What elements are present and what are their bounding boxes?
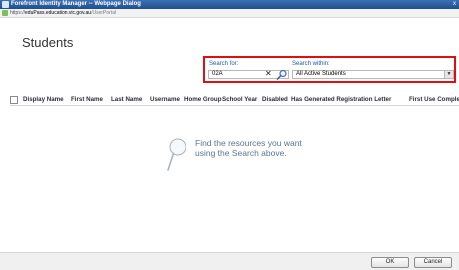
address-url: https://eduPass.education.vic.gov.au/Use… [10,9,116,17]
column-header-registration-letter[interactable]: Has Generated Registration Letter [291,96,391,104]
address-scheme: https:// [10,10,26,16]
search-within-value[interactable]: All Active Students [296,71,346,78]
ok-button[interactable]: OK [371,257,409,268]
empty-state-line-1: Find the resources you want [195,138,302,148]
clear-search-icon[interactable]: ✕ [265,69,272,79]
empty-state-line-2: using the Search above. [195,148,287,158]
search-for-label: Search for: [209,61,239,67]
search-within-select[interactable]: All Active Students ▼ [292,70,454,79]
column-header-home-group[interactable]: Home Group [184,96,221,104]
empty-state-message: Find the resources you want using the Se… [195,138,302,158]
address-path: /UserPortal [91,10,117,16]
address-domain: eduPass.education.vic.gov.au [25,10,92,16]
column-header-school-year[interactable]: School Year [222,96,257,104]
column-header-last-name[interactable]: Last Name [111,96,142,104]
close-icon[interactable]: x [453,0,456,9]
column-header-username[interactable]: Username [150,96,180,104]
column-header-disabled[interactable]: Disabled [262,96,288,104]
app-icon [2,1,9,8]
window-title-bar: Forefront Identity Manager -- Webpage Di… [0,0,459,9]
column-header-first-name[interactable]: First Name [71,96,103,104]
page-title: Students [22,35,74,50]
magnifier-icon [167,138,186,171]
select-all-checkbox[interactable] [10,96,18,104]
secure-lock-icon [2,10,8,16]
address-bar: https://eduPass.education.vic.gov.au/Use… [0,9,459,18]
cancel-button[interactable]: Cancel [414,257,452,268]
window-title: Forefront Identity Manager -- Webpage Di… [11,1,141,7]
column-header-first-use-completed[interactable]: First Use Completed [409,96,459,104]
search-within-label: Search within: [292,61,330,67]
column-header-display-name[interactable]: Display Name [23,96,64,104]
search-input-value[interactable]: 02A [212,71,223,78]
header-divider [10,105,459,106]
chevron-down-icon[interactable]: ▼ [444,71,453,78]
search-icon[interactable] [276,69,288,80]
